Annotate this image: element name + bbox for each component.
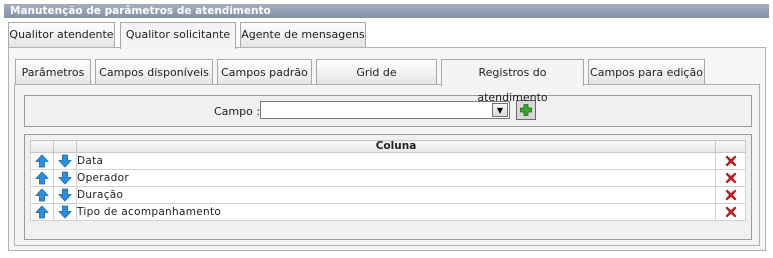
tab-agente-de-mensagens[interactable]: Agente de mensagens	[240, 22, 366, 48]
arrow-down-icon[interactable]	[58, 171, 72, 185]
table-row: Duração	[30, 186, 746, 204]
field-selector-box: Campo : ▼	[24, 95, 752, 127]
tab-grid-de-atendimentos[interactable]: Grid de atendimentos	[316, 59, 437, 104]
row-column-name: Tipo de acompanhamento	[76, 203, 716, 221]
header-delete	[715, 140, 746, 153]
row-column-name: Operador	[76, 169, 716, 187]
arrow-down-icon[interactable]	[58, 188, 72, 202]
tab-qualitor-atendente[interactable]: Qualitor atendente	[8, 22, 115, 48]
arrow-up-icon[interactable]	[35, 154, 49, 168]
columns-table: Coluna Data Operador Duração Tipo de aco…	[30, 140, 746, 221]
field-label: Campo :	[214, 105, 261, 118]
tab-campos-para-edicao[interactable]: Campos para edição	[588, 59, 705, 85]
arrow-down-icon[interactable]	[58, 154, 72, 168]
table-row: Tipo de acompanhamento	[30, 203, 746, 221]
table-row: Data	[30, 152, 746, 170]
tab-parametros[interactable]: Parâmetros	[15, 59, 91, 85]
window-title: Manutenção de parâmetros de atendimento	[4, 4, 769, 18]
arrow-down-icon[interactable]	[58, 205, 72, 219]
outer-panel: Parâmetros Campos disponíveis Campos pad…	[8, 47, 766, 251]
row-column-name: Data	[76, 152, 716, 170]
delete-x-icon[interactable]	[725, 172, 737, 184]
delete-x-icon[interactable]	[725, 189, 737, 201]
tab-campos-padrao[interactable]: Campos padrão	[217, 59, 312, 85]
delete-x-icon[interactable]	[725, 206, 737, 218]
columns-table-box: Coluna Data Operador Duração Tipo de aco…	[24, 134, 752, 240]
tab-qualitor-solicitante[interactable]: Qualitor solicitante	[120, 22, 236, 49]
delete-x-icon[interactable]	[725, 155, 737, 167]
table-row: Operador	[30, 169, 746, 187]
field-select[interactable]: ▼	[260, 101, 510, 119]
header-down	[53, 140, 77, 153]
inner-panel: Campo : ▼ Coluna Data Operador Duração T…	[14, 84, 760, 246]
arrow-up-icon[interactable]	[35, 188, 49, 202]
tab-registros-do-atendimento[interactable]: Registros do atendimento	[441, 59, 584, 104]
arrow-up-icon[interactable]	[35, 205, 49, 219]
header-coluna: Coluna	[76, 140, 716, 153]
row-column-name: Duração	[76, 186, 716, 204]
header-up	[30, 140, 54, 153]
arrow-up-icon[interactable]	[35, 171, 49, 185]
tab-campos-disponiveis[interactable]: Campos disponíveis	[95, 59, 213, 85]
